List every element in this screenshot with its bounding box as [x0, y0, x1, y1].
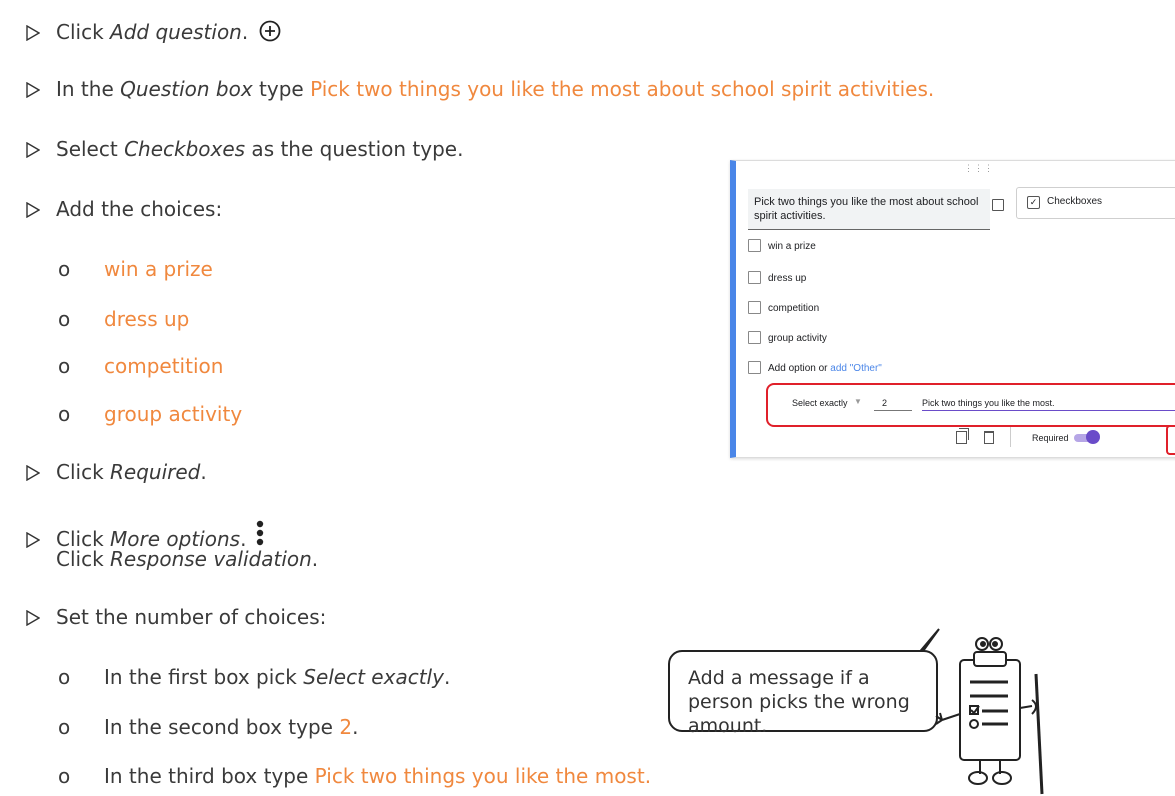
triangle-bullet-icon: [26, 605, 56, 629]
option-item[interactable]: competition: [748, 301, 819, 314]
clipboard-mascot-icon: [935, 637, 1044, 795]
checkbox-icon: [748, 301, 761, 314]
more-options-callout[interactable]: [1166, 425, 1175, 455]
required-label: Required: [1032, 433, 1069, 443]
question-input[interactable]: Pick two things you like the most about …: [748, 189, 990, 230]
set-step-item: o In the second box type 2.: [58, 715, 359, 739]
step-select-checkboxes: Select Checkboxes as the question type.: [26, 137, 463, 161]
checkbox-icon: [748, 361, 761, 374]
dropdown-arrow-icon: ▼: [854, 397, 862, 406]
triangle-bullet-icon: [26, 460, 56, 484]
divider: [1010, 427, 1011, 447]
step-question-box: In the Question box type Pick two things…: [26, 77, 934, 101]
checkbox-icon: [748, 331, 761, 344]
step-set-number: Set the number of choices:: [26, 605, 326, 629]
plus-circle-icon: [259, 20, 281, 47]
add-option-row[interactable]: Add option or add "Other": [748, 361, 882, 374]
triangle-bullet-icon: [26, 77, 56, 101]
option-item[interactable]: win a prize: [748, 239, 816, 252]
drag-handle-icon[interactable]: ⋮⋮⋮: [964, 163, 994, 174]
add-other-link[interactable]: add "Other": [830, 363, 882, 374]
choice-item: o win a prize: [58, 257, 213, 281]
validation-type-select[interactable]: Select exactly: [792, 398, 848, 408]
required-toggle-knob[interactable]: [1086, 430, 1100, 444]
validation-message-input[interactable]: Pick two things you like the most.: [922, 398, 1175, 411]
duplicate-icon[interactable]: [956, 428, 969, 444]
response-validation-callout: Select exactly ▼ 2 Pick two things you l…: [766, 383, 1175, 427]
question-card: ⋮⋮⋮ Pick two things you like the most ab…: [730, 160, 1175, 458]
set-step-item: o In the first box pick Select exactly.: [58, 665, 451, 689]
triangle-bullet-icon: [26, 20, 56, 44]
card-footer: Required: [736, 425, 1175, 455]
option-item[interactable]: dress up: [748, 271, 806, 284]
triangle-bullet-icon: [26, 197, 56, 221]
choice-item: o group activity: [58, 402, 243, 426]
choice-item: o competition: [58, 354, 224, 378]
step-add-choices: Add the choices:: [26, 197, 222, 221]
checkbox-icon: [748, 271, 761, 284]
question-type-select[interactable]: ✓ Checkboxes: [1016, 187, 1175, 219]
triangle-bullet-icon: [26, 527, 56, 551]
checkbox-icon: ✓: [1027, 196, 1040, 209]
question-type-label: Checkboxes: [1047, 196, 1103, 207]
step-response-validation: Click Response validation.: [56, 547, 319, 571]
speech-bubble: Add a message if a person picks the wron…: [668, 650, 938, 737]
validation-number-input[interactable]: 2: [874, 398, 912, 411]
step-required: Click Required.: [26, 460, 207, 484]
option-item[interactable]: group activity: [748, 331, 827, 344]
checkbox-icon: [748, 239, 761, 252]
choice-item: o dress up: [58, 307, 190, 331]
step-add-question: Click Add question.: [26, 20, 281, 47]
image-icon[interactable]: [992, 199, 1004, 211]
trash-icon[interactable]: [984, 431, 994, 444]
triangle-bullet-icon: [26, 137, 56, 161]
set-step-item: o In the third box type Pick two things y…: [58, 764, 652, 788]
